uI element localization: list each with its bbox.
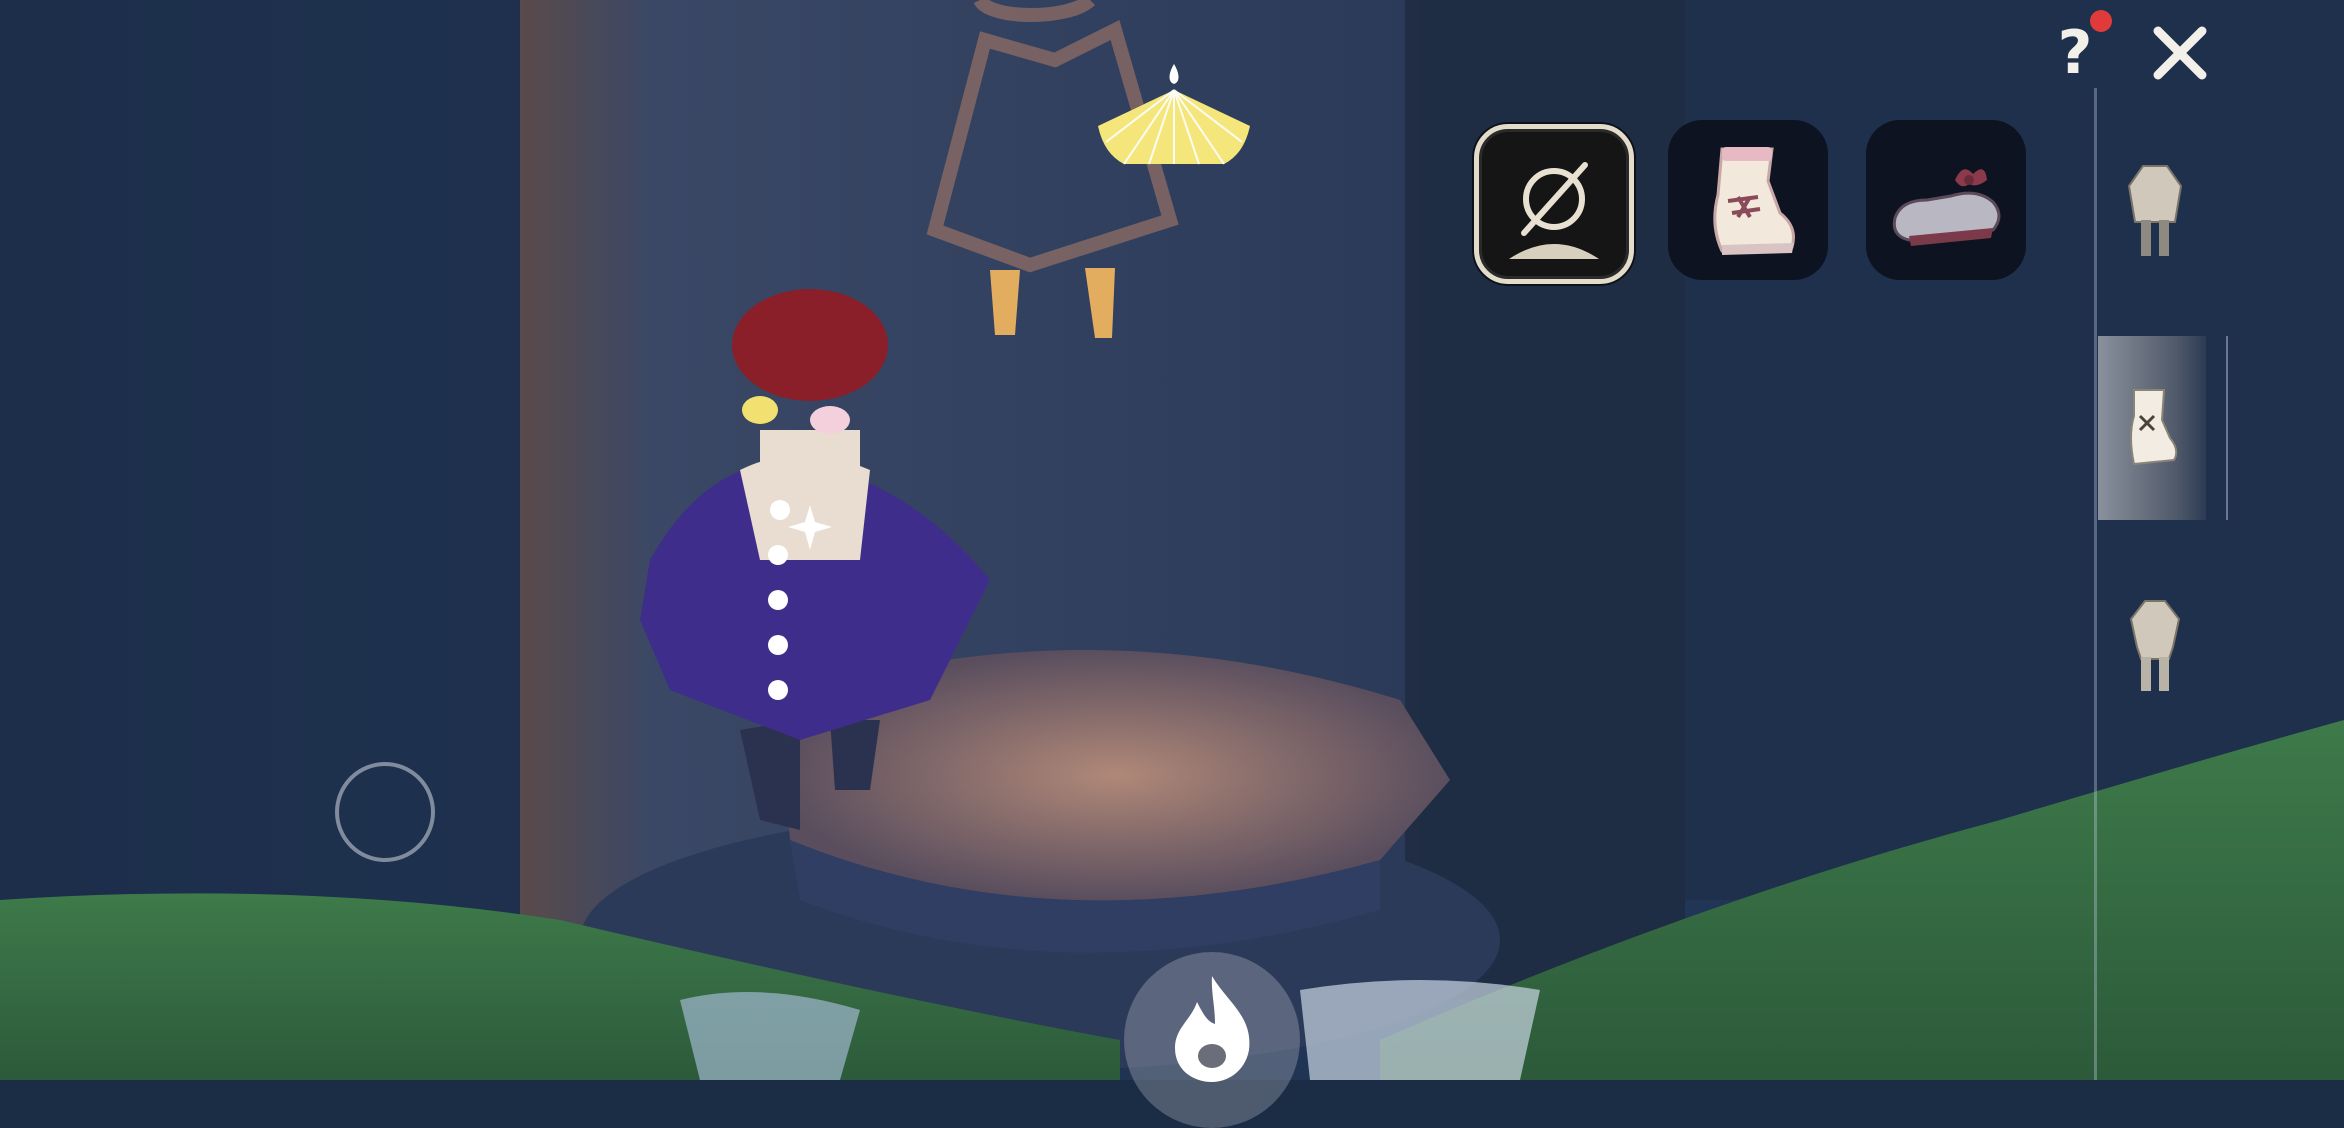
shoe-icon [1892,169,2001,246]
body-outfit-icon [2129,600,2181,691]
joystick-ring-icon[interactable] [335,762,435,862]
category-tab-full-outfit[interactable] [2100,580,2210,710]
category-tab-shoes[interactable] [2098,336,2206,520]
honk-button[interactable] [1124,952,1300,1128]
empty-set-icon [1509,162,1599,259]
boot-icon [1713,147,1795,255]
option-boots[interactable] [1668,120,1828,280]
question-mark-icon: ? [2057,18,2093,88]
notification-badge [2090,10,2112,32]
fan-icon [1098,64,1250,165]
category-tab-outfit[interactable] [2100,145,2210,275]
outfit-icon [2127,165,2183,256]
option-none[interactable] [1474,124,1634,284]
option-shoes[interactable] [1866,120,2026,280]
flame-icon [1175,976,1250,1082]
selected-tab-edge [2226,336,2228,520]
close-icon [2153,26,2207,80]
boot-icon [2130,389,2178,466]
close-button[interactable] [2140,18,2220,88]
sidebar-divider [2094,88,2097,1080]
